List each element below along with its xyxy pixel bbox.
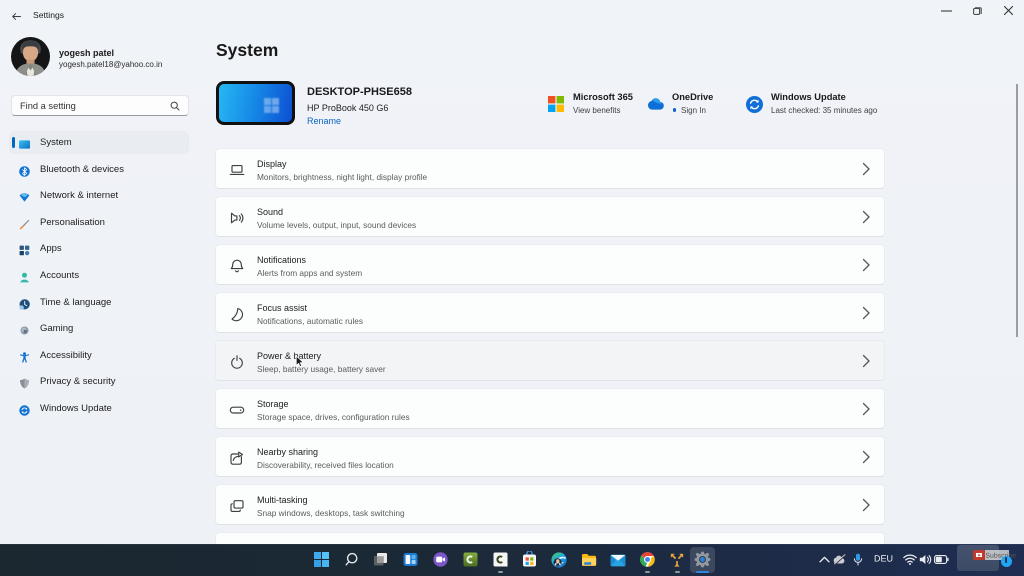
svg-text:DEU: DEU (874, 553, 893, 563)
